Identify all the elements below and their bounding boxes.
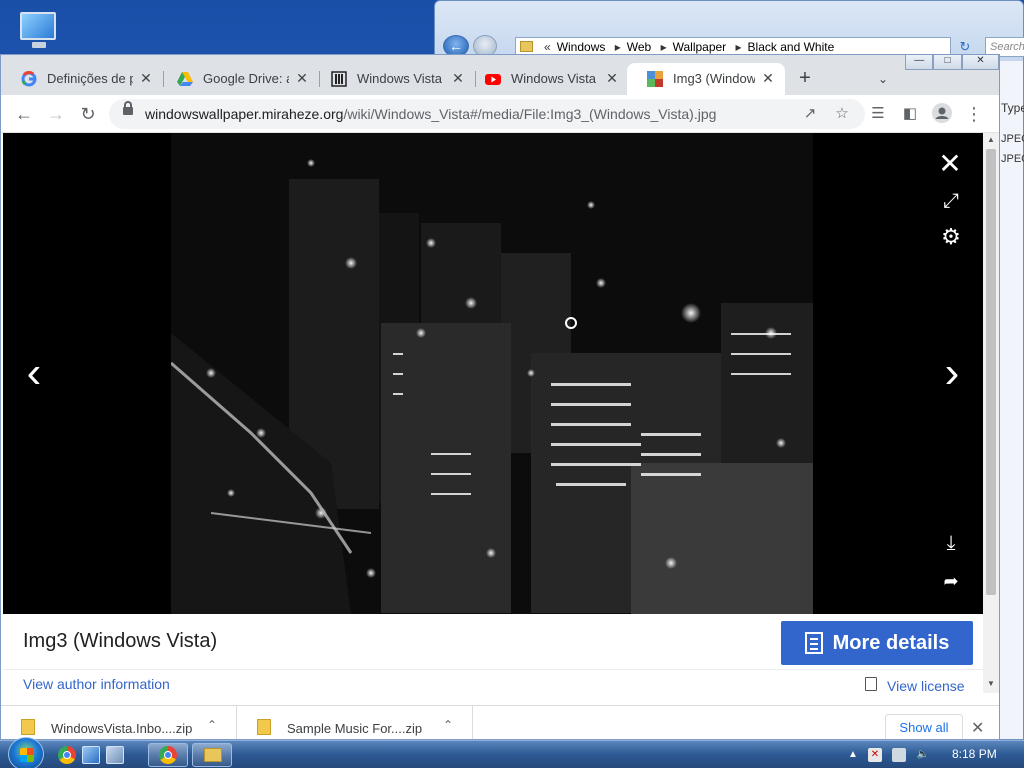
taskbar-clock[interactable]: 8:18 PM — [952, 747, 997, 761]
back-icon[interactable]: ← — [13, 103, 35, 125]
tab-label: Windows Vista S — [511, 71, 599, 86]
window-controls: — □ ✕ — [905, 55, 999, 71]
download-icon[interactable]: ⤓ — [939, 531, 963, 555]
close-icon[interactable]: ✕ — [137, 69, 155, 87]
scroll-down-arrow-icon[interactable]: ▼ — [986, 679, 996, 689]
start-button[interactable] — [8, 737, 44, 768]
tab-label: Img3 (Windows V — [673, 71, 755, 86]
file-type-cell: JPEG — [1001, 153, 1024, 165]
show-hidden-icons-icon[interactable]: ▲ — [846, 748, 860, 762]
wiki-icon — [331, 71, 347, 87]
tab-label: Definições de per — [47, 71, 133, 86]
gear-icon[interactable]: ⚙ — [939, 225, 963, 249]
folder-icon — [520, 41, 533, 52]
media-viewer: ✕ ⤢ ⚙ ‹ › ⤓ ➦ — [3, 133, 983, 614]
wallpaper-photo[interactable] — [171, 133, 813, 614]
tab-label: Windows Vista H — [357, 71, 445, 86]
scroll-up-arrow-icon[interactable]: ▲ — [986, 135, 996, 145]
download-filename: Sample Music For....zip — [287, 721, 423, 736]
side-panel-icon[interactable]: ◧ — [899, 103, 921, 125]
window-close-icon[interactable]: ✕ — [961, 55, 999, 70]
media-caption-bar: Img3 (Windows Vista) More details — [3, 614, 983, 670]
more-details-button[interactable]: More details — [781, 621, 973, 665]
url-text[interactable]: windowswallpaper.miraheze.org/wiki/Windo… — [145, 106, 716, 122]
new-tab-plus-icon[interactable]: + — [793, 67, 817, 91]
fullscreen-icon[interactable]: ⤢ — [939, 189, 963, 213]
scroll-thumb[interactable] — [986, 149, 996, 595]
chrome-window: Definições de per ✕ Google Drive: avi ✕ … — [0, 54, 1000, 740]
media-meta-row: View author information View license — [3, 670, 983, 700]
page-scrollbar[interactable]: ▲ ▼ — [983, 133, 999, 693]
license-icon — [865, 677, 877, 691]
breadcrumb-item[interactable]: Web — [627, 40, 651, 54]
tab-label: Google Drive: avi — [203, 71, 289, 86]
tab-img3[interactable]: Img3 (Windows V ✕ — [627, 63, 785, 95]
taskbar: ▲ ✕ 🔈 8:18 PM — [0, 737, 1024, 768]
next-image-icon[interactable]: › — [937, 351, 967, 395]
tab-strip: Definições de per ✕ Google Drive: avi ✕ … — [1, 55, 999, 95]
taskbar-chrome-button[interactable] — [148, 743, 188, 767]
profile-avatar-icon[interactable] — [931, 103, 953, 125]
zip-file-icon — [257, 719, 271, 735]
url-host: windowswallpaper.miraheze.org — [145, 106, 344, 122]
youtube-icon — [485, 71, 501, 87]
close-icon[interactable]: ✕ — [759, 69, 777, 87]
share-icon[interactable]: ➦ — [939, 569, 963, 593]
chevron-up-icon[interactable]: ⌃ — [207, 718, 217, 732]
show-desktop-icon[interactable] — [82, 746, 100, 764]
chevron-down-icon[interactable]: ⌄ — [871, 67, 895, 91]
reload-icon[interactable]: ↻ — [77, 103, 99, 125]
taskbar-explorer-button[interactable] — [192, 743, 232, 767]
lock-icon[interactable] — [123, 101, 133, 115]
computer-desktop-icon[interactable] — [14, 8, 64, 52]
column-header-type[interactable]: Type — [1001, 101, 1024, 115]
close-viewer-icon[interactable]: ✕ — [937, 150, 963, 178]
download-item[interactable]: WindowsVista.Inbo....zip ⌃ — [1, 706, 237, 739]
chevron-up-icon[interactable]: ⌃ — [443, 718, 453, 732]
more-details-label: More details — [832, 631, 950, 654]
google-drive-icon — [177, 71, 193, 87]
tab-google-drive[interactable]: Google Drive: avi ✕ — [157, 63, 319, 95]
network-icon[interactable] — [892, 748, 906, 762]
downloads-bar: WindowsVista.Inbo....zip ⌃ Sample Music … — [1, 705, 999, 739]
cursor-crosshair-icon — [565, 317, 577, 329]
media-control-icon[interactable]: ☰ — [867, 103, 889, 125]
zip-file-icon — [21, 719, 35, 735]
tab-definicoes[interactable]: Definições de per ✕ — [1, 63, 163, 95]
minimize-icon[interactable]: — — [905, 55, 934, 70]
google-g-icon — [21, 70, 37, 87]
action-center-icon[interactable]: ✕ — [868, 748, 882, 762]
close-icon[interactable]: ✕ — [603, 69, 621, 87]
close-downloads-icon[interactable]: ✕ — [971, 718, 984, 738]
chrome-quicklaunch-icon[interactable] — [58, 746, 76, 764]
forward-icon[interactable]: → — [45, 103, 67, 125]
address-bar[interactable]: windowswallpaper.miraheze.org/wiki/Windo… — [109, 99, 865, 129]
share-icon[interactable]: ↗ — [799, 103, 821, 125]
document-icon — [804, 632, 823, 654]
switch-windows-icon[interactable] — [106, 746, 124, 764]
tab-windows-vista-h[interactable]: Windows Vista H ✕ — [311, 63, 475, 95]
close-icon[interactable]: ✕ — [293, 69, 311, 87]
maximize-icon[interactable]: □ — [933, 55, 962, 70]
download-filename: WindowsVista.Inbo....zip — [51, 721, 193, 736]
download-item[interactable]: Sample Music For....zip ⌃ — [237, 706, 473, 739]
breadcrumb-item[interactable]: Black and White — [748, 40, 835, 54]
breadcrumb-item[interactable]: Windows — [557, 40, 606, 54]
kebab-menu-icon[interactable]: ⋮ — [963, 103, 985, 125]
url-path: /wiki/Windows_Vista#/media/File:Img3_(Wi… — [343, 106, 717, 122]
volume-muted-icon[interactable]: 🔈 — [916, 748, 930, 762]
view-license-link[interactable]: View license — [887, 678, 965, 694]
tab-windows-vista-s[interactable]: Windows Vista S ✕ — [465, 63, 629, 95]
show-all-button[interactable]: Show all — [885, 714, 963, 739]
image-title: Img3 (Windows Vista) — [23, 630, 218, 652]
file-type-cell: JPEG — [1001, 133, 1024, 145]
star-icon[interactable]: ☆ — [831, 103, 853, 125]
breadcrumb-item[interactable]: Wallpaper — [673, 40, 727, 54]
folder-icon — [204, 748, 222, 762]
image-icon — [647, 71, 663, 87]
browser-toolbar: ← → ↻ windowswallpaper.miraheze.org/wiki… — [1, 95, 999, 133]
view-author-link[interactable]: View author information — [23, 676, 170, 692]
previous-image-icon[interactable]: ‹ — [19, 351, 49, 395]
